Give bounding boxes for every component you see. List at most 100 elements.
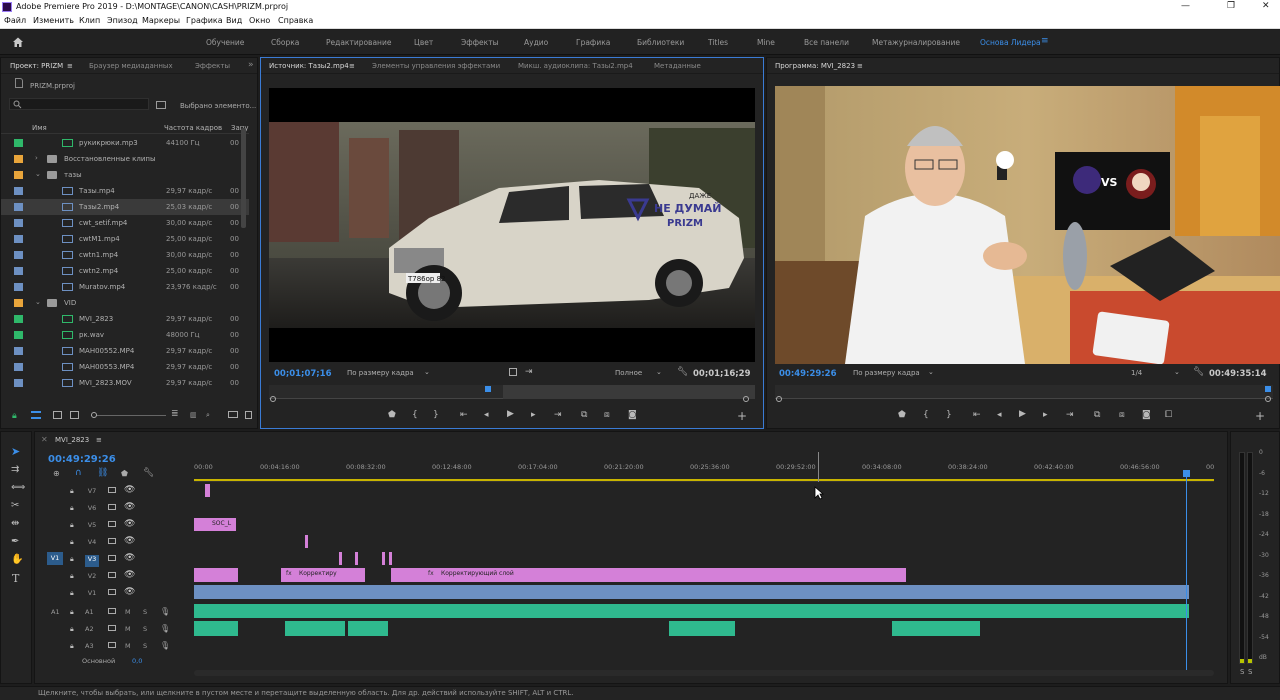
slip-tool-icon[interactable]: ⇹ bbox=[11, 518, 19, 529]
microphone-icon[interactable]: 🎙︎ bbox=[160, 607, 170, 616]
insert-source-icon[interactable]: ⇥ bbox=[525, 367, 533, 377]
hand-tool-icon[interactable]: ✋ bbox=[11, 554, 23, 565]
label-color-swatch[interactable] bbox=[14, 139, 23, 147]
track-lock-icon[interactable]: 🔒︎ bbox=[70, 625, 74, 634]
label-color-swatch[interactable] bbox=[14, 267, 23, 275]
razor-tool-icon[interactable]: ✂ bbox=[11, 500, 19, 511]
clip-sliver[interactable] bbox=[207, 484, 210, 497]
sort-icon[interactable]: ≣ bbox=[171, 409, 179, 419]
eye-icon[interactable]: 👁︎ bbox=[124, 485, 135, 495]
tabs-overflow-icon[interactable]: » bbox=[248, 60, 254, 70]
eye-icon[interactable]: 👁︎ bbox=[124, 587, 135, 597]
source-fit-chevron-icon[interactable]: ⌄ bbox=[424, 368, 430, 376]
step-back-icon[interactable]: ◂ bbox=[484, 410, 489, 420]
workspace-mine[interactable]: Mine bbox=[757, 38, 775, 47]
label-color-swatch[interactable] bbox=[14, 315, 23, 323]
tab-effect-controls[interactable]: Элементы управления эффектами bbox=[372, 62, 500, 70]
eye-icon[interactable]: 👁︎ bbox=[124, 536, 135, 546]
source-quality-dropdown[interactable]: Полное bbox=[615, 369, 642, 377]
program-zoom-right-handle[interactable] bbox=[1265, 396, 1271, 402]
eye-icon[interactable]: 👁︎ bbox=[124, 570, 135, 580]
column-frame-rate[interactable]: Частота кадров bbox=[164, 124, 222, 132]
go-to-in-icon[interactable]: ⇤ bbox=[460, 410, 468, 420]
microphone-icon[interactable]: 🎙︎ bbox=[160, 624, 170, 633]
mute-button[interactable]: M bbox=[125, 625, 131, 633]
label-color-swatch[interactable] bbox=[14, 251, 23, 259]
eye-icon[interactable]: 👁︎ bbox=[124, 519, 135, 529]
timeline-tab[interactable]: MVI_2823 bbox=[55, 436, 89, 444]
sync-lock-icon[interactable] bbox=[108, 504, 116, 510]
insert-icon[interactable]: ⧉ bbox=[581, 410, 587, 420]
source-fit-dropdown[interactable]: По размеру кадра bbox=[347, 369, 414, 377]
source-playhead[interactable] bbox=[485, 386, 491, 392]
tab-media-browser[interactable]: Браузер медиаданных bbox=[89, 62, 173, 70]
find-icon[interactable]: ⌕ bbox=[206, 411, 210, 420]
program-wrench-icon[interactable]: 🔧︎ bbox=[1193, 367, 1204, 377]
clip-adjustment[interactable]: fx Корректиру bbox=[281, 568, 365, 582]
workspace-metalogging[interactable]: Метажурналирование bbox=[872, 38, 960, 47]
tab-metadata[interactable]: Метаданные bbox=[654, 62, 701, 70]
project-item[interactable]: ⌄ тазы bbox=[1, 167, 249, 183]
project-item[interactable]: cwtn1.mp4 30,00 кадр/с 00 bbox=[1, 247, 249, 263]
timeline-playhead-handle[interactable] bbox=[1183, 470, 1190, 477]
project-item[interactable]: MVI_2823.MOV 29,97 кадр/с 00 bbox=[1, 375, 249, 391]
sync-lock-icon[interactable] bbox=[108, 521, 116, 527]
menu-window[interactable]: Окно bbox=[249, 16, 270, 25]
tab-source-menu-icon[interactable]: ≡ bbox=[349, 62, 355, 70]
project-item[interactable]: › Восстановленные клипы bbox=[1, 151, 249, 167]
label-color-swatch[interactable] bbox=[14, 283, 23, 291]
sync-lock-icon[interactable] bbox=[108, 555, 116, 561]
label-color-swatch[interactable] bbox=[14, 171, 23, 179]
label-color-swatch[interactable] bbox=[14, 187, 23, 195]
project-scrollbar[interactable] bbox=[241, 128, 246, 228]
clip-a2[interactable] bbox=[892, 621, 980, 636]
track-lock-icon[interactable]: 🔒︎ bbox=[70, 521, 74, 530]
clip-soc[interactable]: SOC_L bbox=[194, 518, 236, 531]
tab-source[interactable]: Источник: Тазы2.mp4 bbox=[269, 62, 349, 70]
program-mark-in-icon[interactable]: { bbox=[923, 410, 929, 420]
program-mark-out-icon[interactable]: } bbox=[946, 410, 952, 420]
track-target-label[interactable]: V3 bbox=[85, 555, 99, 567]
maximize-button[interactable]: ❐ bbox=[1227, 1, 1235, 11]
clip-sliver[interactable] bbox=[305, 535, 308, 548]
tab-program[interactable]: Программа: MVI_2823 bbox=[775, 62, 855, 70]
zoom-slider-handle[interactable] bbox=[91, 412, 97, 418]
project-item[interactable]: cwtn2.mp4 25,00 кадр/с 00 bbox=[1, 263, 249, 279]
track-lock-icon[interactable]: 🔒︎ bbox=[70, 487, 74, 496]
track-lock-icon[interactable]: 🔒︎ bbox=[70, 504, 74, 513]
menu-help[interactable]: Справка bbox=[278, 16, 313, 25]
freeform-view-icon[interactable] bbox=[70, 411, 79, 419]
clip-a2[interactable] bbox=[194, 621, 238, 636]
meter-solo-left[interactable]: S bbox=[1240, 668, 1244, 676]
project-item[interactable]: ⌄ VID bbox=[1, 295, 249, 311]
mute-button[interactable]: M bbox=[125, 642, 131, 650]
zoom-slider[interactable] bbox=[91, 415, 166, 416]
extract-icon[interactable]: ⧈ bbox=[1119, 410, 1125, 420]
track-lock-icon[interactable]: 🔒︎ bbox=[70, 555, 74, 564]
timeline-settings-icon[interactable]: 🔧︎ bbox=[143, 468, 154, 478]
project-search-input[interactable] bbox=[9, 98, 149, 110]
new-item-icon[interactable] bbox=[245, 411, 252, 419]
clip-v1-main[interactable] bbox=[194, 585, 1189, 599]
program-camera-icon[interactable]: ◙ bbox=[1142, 410, 1151, 420]
program-playhead[interactable] bbox=[1265, 386, 1271, 392]
workspace-learning[interactable]: Обучение bbox=[206, 38, 244, 47]
timeline-timecode[interactable]: 00:49:29:26 bbox=[48, 454, 116, 465]
sync-lock-icon[interactable] bbox=[108, 487, 116, 493]
track-target-label[interactable]: V2 bbox=[85, 572, 99, 584]
timeline-horizontal-scrollbar[interactable] bbox=[194, 670, 1214, 676]
tab-project[interactable]: Проект: PRIZM bbox=[10, 62, 63, 70]
label-color-swatch[interactable] bbox=[14, 203, 23, 211]
project-item[interactable]: cwtM1.mp4 25,00 кадр/с 00 bbox=[1, 231, 249, 247]
menu-edit[interactable]: Изменить bbox=[33, 16, 74, 25]
label-color-swatch[interactable] bbox=[14, 219, 23, 227]
workspace-libraries[interactable]: Библиотеки bbox=[637, 38, 684, 47]
bin-disclosure-icon[interactable]: ⌄ bbox=[35, 170, 41, 178]
workspace-assembly[interactable]: Сборка bbox=[271, 38, 299, 47]
bin-disclosure-icon[interactable]: › bbox=[35, 154, 38, 162]
source-zoom-left-handle[interactable] bbox=[270, 396, 276, 402]
project-item[interactable]: cwt_setif.mp4 30,00 кадр/с 00 bbox=[1, 215, 249, 231]
source-patch-a[interactable]: A1 bbox=[51, 608, 60, 616]
program-step-back-icon[interactable]: ◂ bbox=[997, 410, 1002, 420]
list-view-icon[interactable] bbox=[31, 411, 41, 419]
